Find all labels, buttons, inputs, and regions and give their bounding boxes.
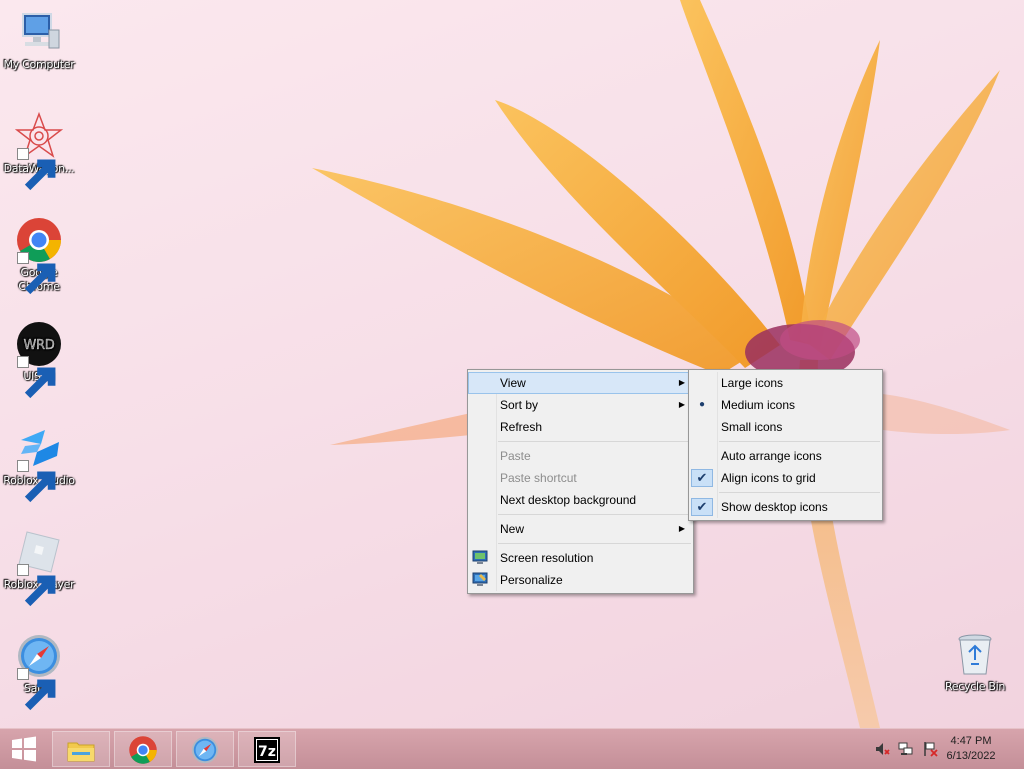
- checkmark-icon: ✔: [691, 469, 713, 487]
- menu-item-label: Personalize: [500, 573, 563, 587]
- chrome-icon: [129, 736, 157, 764]
- radio-dot-icon: ●: [698, 399, 706, 410]
- taskbar-google-chrome[interactable]: [114, 731, 172, 767]
- desktop-icon-roblox-player[interactable]: Roblox Player: [0, 528, 78, 607]
- menu-item-label: Refresh: [500, 420, 543, 434]
- shortcut-arrow-icon: [17, 564, 56, 607]
- submenu-item-large-icons[interactable]: Large icons: [689, 372, 882, 394]
- menu-separator: [498, 441, 691, 442]
- shortcut-arrow-icon: [17, 668, 56, 711]
- submenu-item-auto-arrange-icons[interactable]: Auto arrange icons: [689, 445, 882, 467]
- clock-time: 4:47 PM: [950, 735, 992, 747]
- menu-item-personalize[interactable]: Personalize: [468, 569, 693, 591]
- 7zip-icon: 7z: [254, 737, 280, 763]
- clock-date: 6/13/2022: [946, 750, 996, 762]
- safari-icon: [191, 736, 219, 764]
- desktop-icon-uis-ui[interactable]: WRD UIS UI: [0, 320, 78, 399]
- submenu-item-align-icons-to-grid[interactable]: ✔ Align icons to grid: [689, 467, 882, 489]
- uis-ui-logo-text: WRD: [24, 338, 55, 353]
- desktop-icon-recycle-bin[interactable]: Recycle Bin: [936, 630, 1014, 694]
- submenu-item-small-icons[interactable]: Small icons: [689, 416, 882, 438]
- menu-item-label: New: [500, 522, 525, 536]
- menu-item-label: Small icons: [721, 420, 783, 434]
- desktop-icon-label: Recycle Bin: [944, 680, 1006, 693]
- desktop-icon-google-chrome[interactable]: Google Chrome: [0, 216, 78, 295]
- menu-item-label: Auto arrange icons: [721, 449, 822, 463]
- network-icon[interactable]: [898, 741, 914, 757]
- volume-muted-icon[interactable]: [874, 741, 890, 757]
- submenu-item-medium-icons[interactable]: ● Medium icons: [689, 394, 882, 416]
- desktop-icon-my-computer[interactable]: My Computer: [0, 8, 78, 72]
- submenu-arrow-icon: ▶: [678, 378, 685, 387]
- menu-item-paste-shortcut[interactable]: Paste shortcut: [468, 467, 693, 489]
- folder-icon: [67, 742, 95, 762]
- 7zip-label: 7z: [258, 744, 276, 760]
- shortcut-arrow-icon: [17, 460, 56, 503]
- view-submenu: Large icons ● Medium icons Small icons A…: [688, 369, 883, 521]
- taskbar-7-zip[interactable]: 7z: [238, 731, 296, 767]
- screen-resolution-icon: [472, 550, 488, 564]
- personalize-icon: [472, 572, 488, 586]
- taskbar-file-explorer[interactable]: [52, 731, 110, 767]
- menu-item-label: Next desktop background: [500, 493, 637, 507]
- menu-item-paste[interactable]: Paste: [468, 445, 693, 467]
- start-button[interactable]: [0, 731, 48, 767]
- taskbar-safari[interactable]: [176, 731, 234, 767]
- menu-item-view[interactable]: View ▶: [468, 372, 693, 394]
- desktop-wallpaper: [312, 0, 1010, 728]
- submenu-item-show-desktop-icons[interactable]: ✔ Show desktop icons: [689, 496, 882, 518]
- taskbar: 7z 4:47 PM 6/13/2022: [0, 728, 1024, 769]
- menu-separator: [498, 543, 691, 544]
- recycle-bin-icon: [958, 634, 992, 675]
- shortcut-arrow-icon: [17, 252, 56, 295]
- menu-item-new[interactable]: New ▶: [468, 518, 693, 540]
- submenu-arrow-icon: ▶: [678, 524, 685, 533]
- shortcut-arrow-icon: [17, 356, 56, 399]
- desktop-icon-label: My Computer: [3, 58, 75, 71]
- menu-item-next-desktop-background[interactable]: Next desktop background: [468, 489, 693, 511]
- checkmark-icon: ✔: [691, 498, 713, 516]
- menu-item-refresh[interactable]: Refresh: [468, 416, 693, 438]
- desktop-icon-datawagon[interactable]: DataWagon...: [0, 112, 78, 191]
- menu-item-label: Paste: [500, 449, 531, 463]
- menu-separator: [719, 441, 880, 442]
- menu-item-label: Medium icons: [721, 398, 796, 412]
- desktop-icon-safari[interactable]: Safari: [0, 632, 78, 711]
- menu-item-label: Sort by: [500, 398, 539, 412]
- menu-item-label: Screen resolution: [500, 551, 594, 565]
- taskbar-clock[interactable]: 4:47 PM 6/13/2022: [936, 734, 1006, 764]
- menu-item-screen-resolution[interactable]: Screen resolution: [468, 547, 693, 569]
- desktop-icon-roblox-studio[interactable]: Roblox Studio: [0, 424, 78, 503]
- menu-item-label: Show desktop icons: [721, 500, 828, 514]
- desktop-context-menu: View ▶ Sort by ▶ Refresh Paste Paste sho…: [467, 369, 694, 594]
- computer-icon: [22, 13, 60, 49]
- menu-separator: [719, 492, 880, 493]
- shortcut-arrow-icon: [17, 148, 56, 191]
- menu-item-label: Align icons to grid: [721, 471, 816, 485]
- menu-item-label: Paste shortcut: [500, 471, 577, 485]
- menu-item-label: Large icons: [721, 376, 784, 390]
- windows-logo-icon: [12, 736, 36, 762]
- menu-item-sort-by[interactable]: Sort by ▶: [468, 394, 693, 416]
- submenu-arrow-icon: ▶: [678, 400, 685, 409]
- menu-separator: [498, 514, 691, 515]
- menu-item-label: View: [500, 376, 526, 390]
